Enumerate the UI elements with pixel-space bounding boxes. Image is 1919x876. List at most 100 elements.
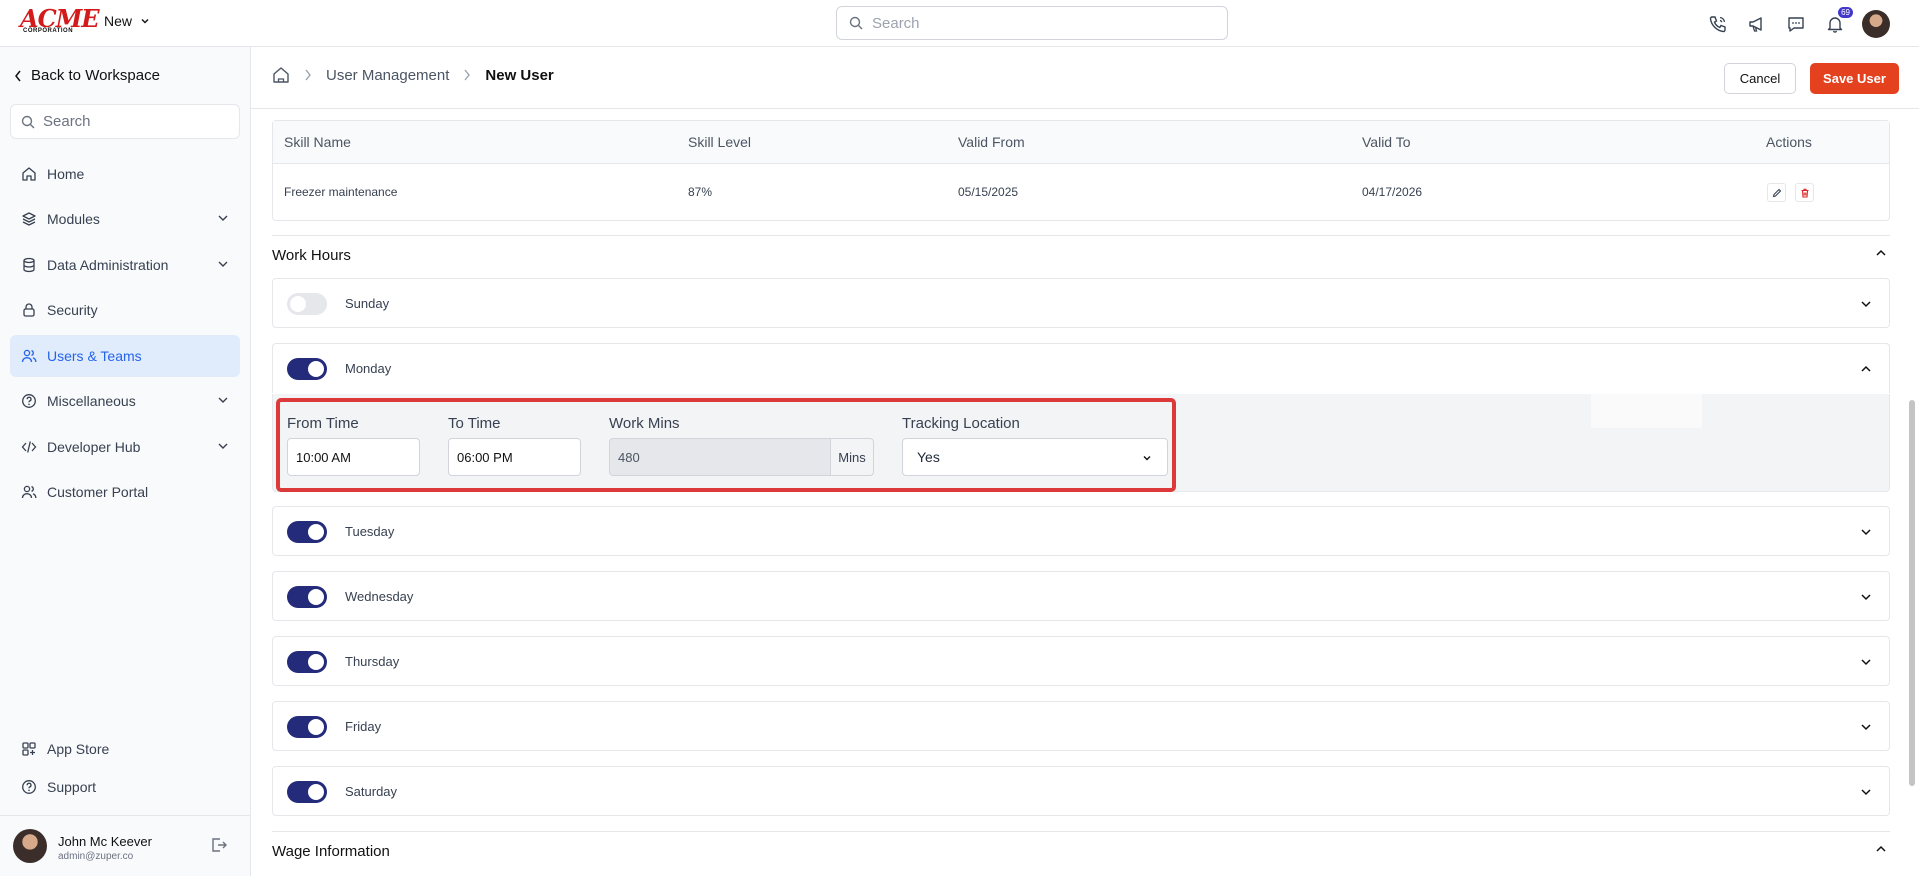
- sidebar-item-miscellaneous[interactable]: Miscellaneous: [10, 380, 240, 422]
- day-label: Tuesday: [345, 524, 395, 539]
- column-header-valid-from: Valid From: [958, 134, 1025, 150]
- chevron-down-icon[interactable]: [1859, 785, 1873, 799]
- day-row-monday[interactable]: Monday: [272, 343, 1890, 393]
- user-name: John Mc Keever: [58, 834, 152, 849]
- sidebar-search-box[interactable]: [10, 104, 240, 139]
- sidebar-item-label: App Store: [47, 741, 110, 757]
- day-label: Saturday: [345, 784, 398, 799]
- sidebar-item-customer-portal[interactable]: Customer Portal: [10, 471, 240, 513]
- sidebar-item-label: Data Administration: [47, 257, 169, 273]
- chevron-down-icon: [1143, 456, 1151, 461]
- tuesday-toggle[interactable]: [287, 521, 327, 543]
- sidebar-item-label: Users & Teams: [47, 348, 142, 364]
- chevron-up-icon[interactable]: [1859, 362, 1873, 376]
- sidebar-item-developer-hub[interactable]: Developer Hub: [10, 426, 240, 468]
- top-icon-group: 69: [1706, 7, 1890, 38]
- to-time-input[interactable]: 06:00 PM: [448, 438, 581, 476]
- monday-toggle[interactable]: [287, 358, 327, 380]
- chevron-up-icon[interactable]: [1874, 246, 1888, 260]
- lock-icon: [23, 303, 35, 317]
- column-header-skill-name: Skill Name: [284, 134, 351, 150]
- acme-logo[interactable]: ACME CORPORATION: [20, 4, 100, 36]
- sidebar-item-security[interactable]: Security: [10, 289, 240, 331]
- chevron-down-icon[interactable]: [1859, 720, 1873, 734]
- sidebar-item-label: Customer Portal: [47, 484, 149, 500]
- chevron-down-icon: [141, 19, 149, 24]
- page-header: User Management New User Cancel Save Use…: [251, 47, 1919, 109]
- global-search-input[interactable]: [872, 14, 1202, 32]
- avatar[interactable]: [13, 829, 47, 863]
- phone-icon[interactable]: [1706, 12, 1730, 36]
- chevron-right-icon: [464, 69, 471, 81]
- grid-icon: [22, 742, 36, 756]
- day-row-thursday[interactable]: Thursday: [272, 636, 1890, 686]
- sidebar-item-support[interactable]: Support: [10, 766, 240, 808]
- delete-skill-button[interactable]: [1795, 183, 1814, 202]
- day-row-wednesday[interactable]: Wednesday: [272, 571, 1890, 621]
- saturday-toggle[interactable]: [287, 781, 327, 803]
- chevron-up-icon[interactable]: [1874, 842, 1888, 856]
- sidebar-item-label: Support: [47, 779, 97, 795]
- day-row-saturday[interactable]: Saturday: [272, 766, 1890, 816]
- sunday-toggle[interactable]: [287, 293, 327, 315]
- notification-badge: 69: [1838, 7, 1853, 18]
- sidebar-item-app-store[interactable]: App Store: [10, 728, 240, 770]
- cell-skill-name: Freezer maintenance: [284, 185, 398, 199]
- save-user-button[interactable]: Save User: [1810, 63, 1899, 94]
- chevron-down-icon[interactable]: [1859, 590, 1873, 604]
- chat-icon[interactable]: [1784, 12, 1808, 36]
- section-divider: [272, 235, 1890, 236]
- back-to-workspace-link[interactable]: Back to Workspace: [14, 67, 160, 84]
- profile-avatar[interactable]: [1862, 10, 1890, 38]
- breadcrumb-user-management[interactable]: User Management: [326, 67, 449, 84]
- search-icon: [21, 115, 35, 128]
- tracking-location-select[interactable]: Yes: [902, 438, 1168, 476]
- day-row-friday[interactable]: Friday: [272, 701, 1890, 751]
- home-icon[interactable]: [272, 66, 290, 84]
- cell-valid-from: 05/15/2025: [958, 185, 1019, 199]
- edit-skill-button[interactable]: [1767, 183, 1786, 202]
- sidebar-item-modules[interactable]: Modules: [10, 198, 240, 240]
- chevron-down-icon[interactable]: [1859, 297, 1873, 311]
- sidebar-item-label: Miscellaneous: [47, 393, 136, 409]
- new-dropdown-button[interactable]: New: [104, 13, 150, 29]
- day-label: Friday: [345, 719, 382, 734]
- thursday-toggle[interactable]: [287, 651, 327, 673]
- bell-icon[interactable]: 69: [1823, 7, 1853, 36]
- global-search-box[interactable]: [836, 6, 1228, 40]
- page-scrollbar[interactable]: [1909, 400, 1915, 786]
- chevron-down-icon[interactable]: [1859, 655, 1873, 669]
- search-icon: [849, 16, 863, 30]
- logout-icon[interactable]: [210, 836, 228, 854]
- new-label: New: [104, 13, 133, 29]
- chevron-down-icon: [218, 261, 228, 267]
- chevron-right-icon: [305, 69, 311, 81]
- sidebar-item-data-administration[interactable]: Data Administration: [10, 244, 240, 286]
- sidebar-item-label: Security: [47, 302, 98, 318]
- sidebar-item-label: Developer Hub: [47, 439, 141, 455]
- wednesday-toggle[interactable]: [287, 586, 327, 608]
- day-row-tuesday[interactable]: Tuesday: [272, 506, 1890, 556]
- megaphone-icon[interactable]: [1745, 12, 1769, 36]
- day-label: Sunday: [345, 296, 390, 311]
- cell-valid-to: 04/17/2026: [1362, 185, 1423, 199]
- column-header-valid-to: Valid To: [1362, 134, 1411, 150]
- sidebar-item-home[interactable]: Home: [10, 153, 240, 195]
- from-time-input[interactable]: 10:00 AM: [287, 438, 420, 476]
- from-time-label: From Time: [287, 415, 359, 432]
- day-label: Monday: [345, 361, 392, 376]
- panel-blank-area: [1591, 394, 1702, 428]
- chevron-down-icon[interactable]: [1859, 525, 1873, 539]
- pencil-icon: [1772, 188, 1781, 197]
- friday-toggle[interactable]: [287, 716, 327, 738]
- logo-wordmark: ACME: [20, 4, 100, 33]
- cancel-button[interactable]: Cancel: [1724, 63, 1796, 94]
- column-header-actions: Actions: [1766, 134, 1812, 150]
- day-row-sunday[interactable]: Sunday: [272, 278, 1890, 328]
- chevron-down-icon: [218, 443, 228, 449]
- sidebar-search-input[interactable]: [43, 113, 233, 130]
- sidebar-item-users-teams[interactable]: Users & Teams: [10, 335, 240, 377]
- section-divider: [272, 831, 1890, 832]
- work-hours-title: Work Hours: [272, 247, 351, 264]
- table-header-row: [273, 121, 1889, 164]
